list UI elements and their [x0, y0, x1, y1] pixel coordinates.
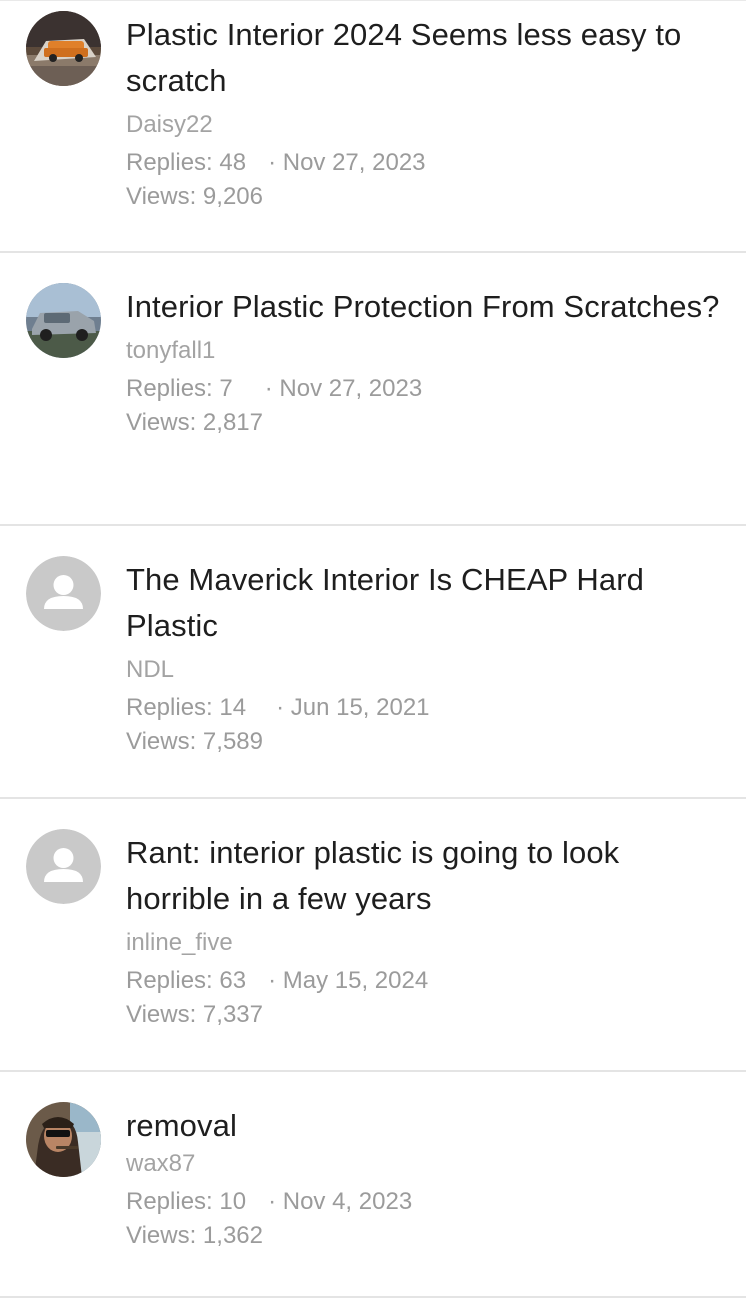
thread-date: · Jun 15, 2021: [276, 694, 430, 721]
list-item[interactable]: The Maverick Interior Is CHEAP Hard Plas…: [0, 526, 746, 799]
reply-count: Replies: 48: [126, 149, 247, 176]
thread-date: · Nov 4, 2023: [268, 1188, 413, 1215]
person-photo-icon: [26, 1102, 101, 1177]
thread-date: · May 15, 2024: [268, 967, 429, 994]
thread-date: · Nov 27, 2023: [264, 375, 423, 402]
thread-list: Plastic Interior 2024 Seems less easy to…: [0, 0, 746, 1298]
thread-author[interactable]: inline_five: [126, 928, 722, 958]
avatar[interactable]: [26, 556, 101, 631]
reply-count: Replies: 10: [126, 1188, 247, 1215]
thread-title[interactable]: Interior Plastic Protection From Scratch…: [126, 253, 722, 330]
list-item[interactable]: Plastic Interior 2024 Seems less easy to…: [0, 0, 746, 253]
list-item[interactable]: Interior Plastic Protection From Scratch…: [0, 253, 746, 526]
avatar[interactable]: [26, 1102, 101, 1177]
truck-photo-icon: [26, 11, 101, 86]
list-item[interactable]: Rant: interior plastic is going to look …: [0, 799, 746, 1072]
thread-title[interactable]: The Maverick Interior Is CHEAP Hard Plas…: [126, 526, 722, 649]
view-count: Views: 9,206: [126, 183, 263, 210]
thread-date: · Nov 27, 2023: [268, 149, 426, 176]
view-count: Views: 2,817: [126, 409, 263, 436]
thread-meta: Replies: 48 · Nov 27, 2023 Views: 9,206: [126, 146, 722, 214]
thread-meta: Replies: 63 · May 15, 2024 Views: 7,337: [126, 964, 722, 1032]
list-item[interactable]: removal wax87 Replies: 10 · Nov 4, 2023 …: [0, 1072, 746, 1298]
avatar[interactable]: [26, 283, 101, 358]
user-icon: [26, 829, 101, 904]
view-count: Views: 1,362: [126, 1222, 263, 1249]
thread-meta: Replies: 10 · Nov 4, 2023 Views: 1,362: [126, 1185, 722, 1253]
thread-meta: Replies: 7 · Nov 27, 2023 Views: 2,817: [126, 372, 722, 440]
avatar[interactable]: [26, 829, 101, 904]
thread-title[interactable]: removal: [126, 1072, 722, 1149]
thread-author[interactable]: tonyfall1: [126, 336, 722, 366]
truck-photo-icon: [26, 283, 101, 358]
thread-author[interactable]: Daisy22: [126, 110, 722, 140]
thread-meta: Replies: 14 · Jun 15, 2021 Views: 7,589: [126, 691, 722, 759]
thread-author[interactable]: NDL: [126, 655, 722, 685]
thread-title[interactable]: Plastic Interior 2024 Seems less easy to…: [126, 1, 722, 104]
reply-count: Replies: 14: [126, 694, 247, 721]
thread-author[interactable]: wax87: [126, 1149, 722, 1179]
user-icon: [26, 556, 101, 631]
view-count: Views: 7,589: [126, 728, 263, 755]
view-count: Views: 7,337: [126, 1001, 263, 1028]
reply-count: Replies: 63: [126, 967, 247, 994]
thread-title[interactable]: Rant: interior plastic is going to look …: [126, 799, 722, 922]
avatar[interactable]: [26, 11, 101, 86]
reply-count: Replies: 7: [126, 375, 233, 402]
